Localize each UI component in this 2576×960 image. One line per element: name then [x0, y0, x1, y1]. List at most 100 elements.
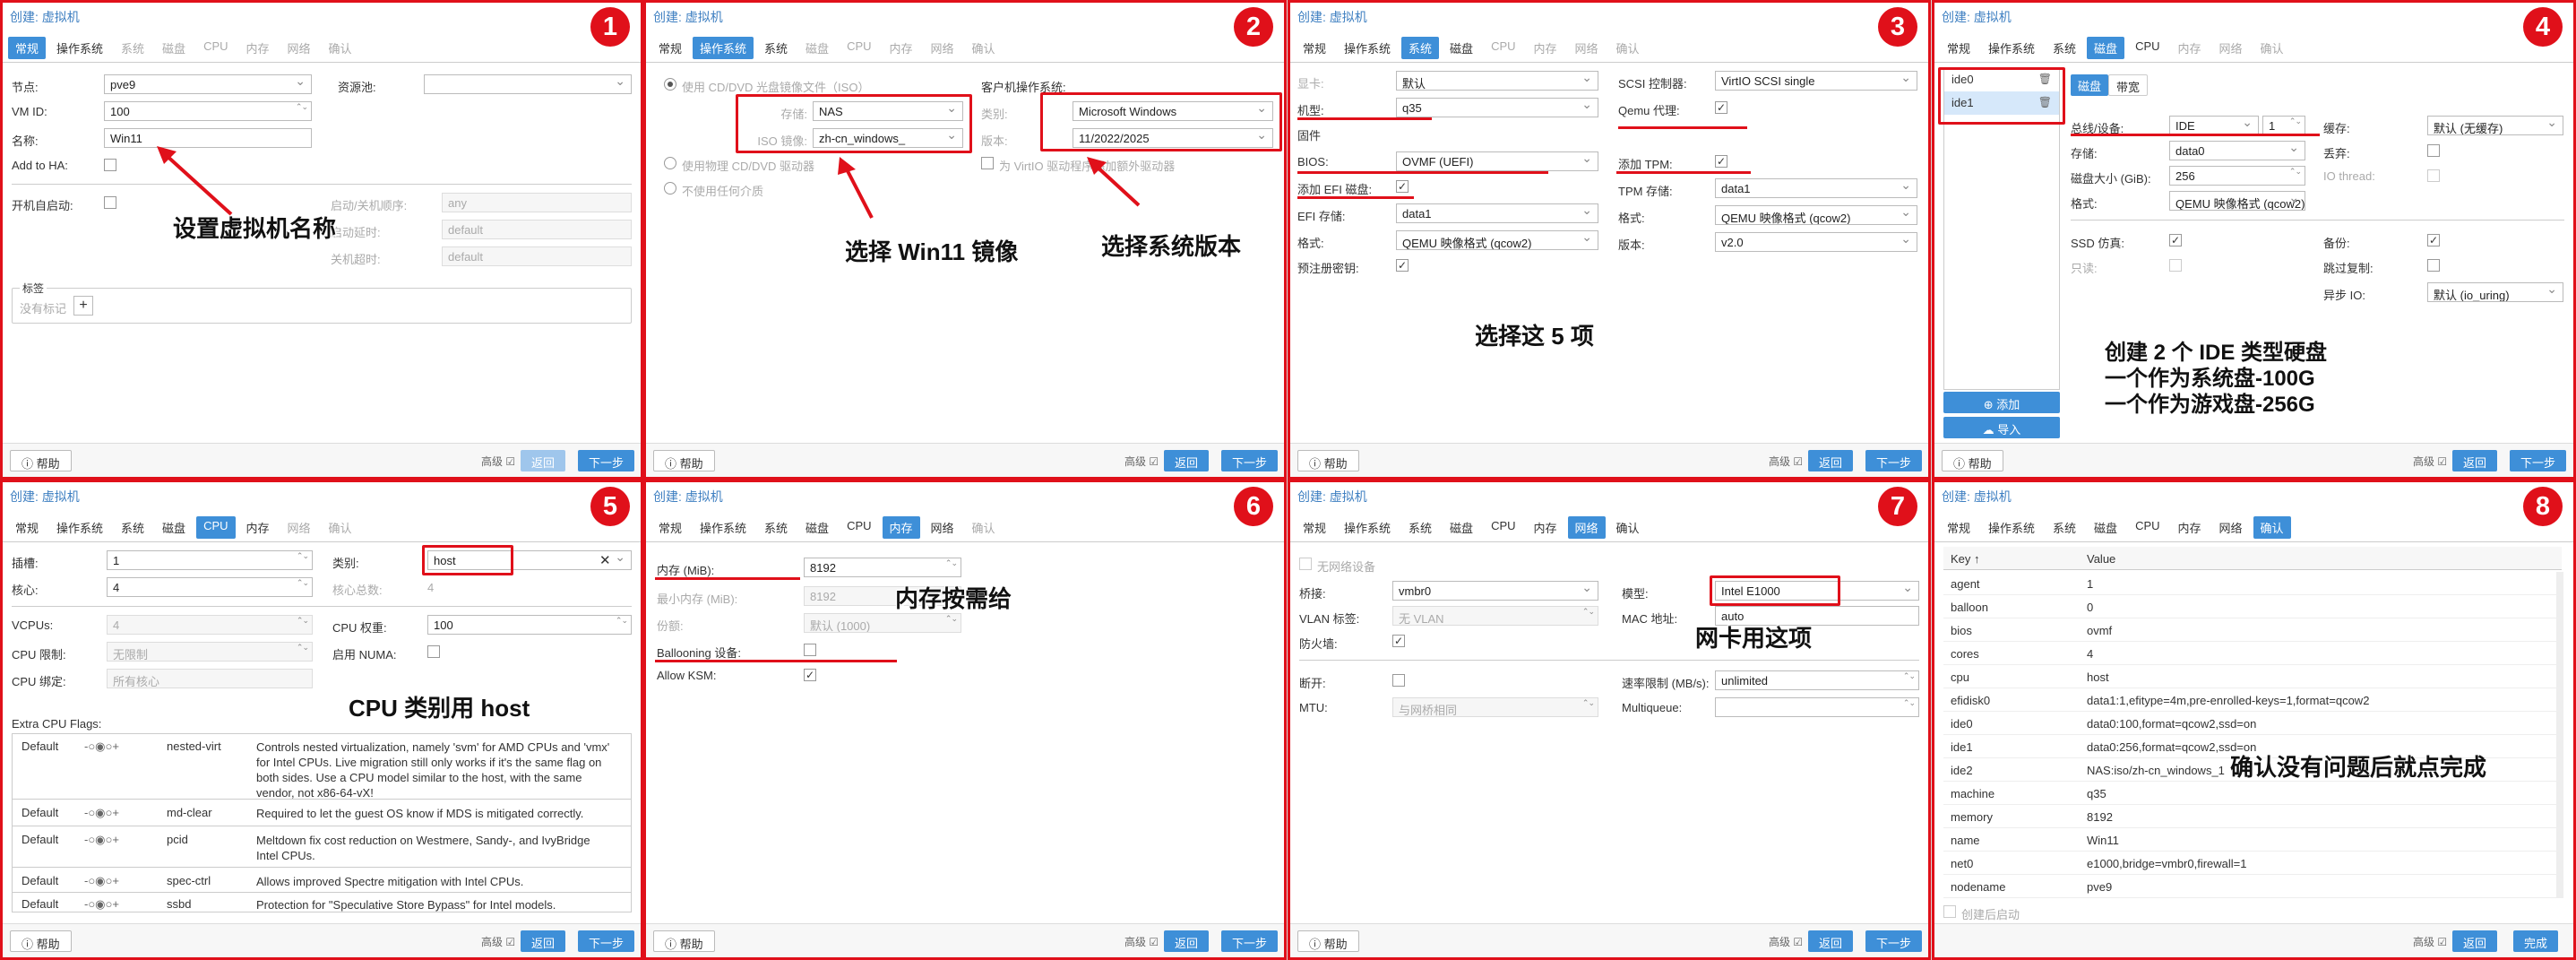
tab-network[interactable]: 网络: [2212, 516, 2250, 539]
async-select[interactable]: 默认 (io_uring): [2427, 282, 2563, 302]
tab-os[interactable]: 操作系统: [1337, 516, 1398, 539]
tab-disks[interactable]: 磁盘: [798, 516, 836, 539]
limit-input[interactable]: 无限制: [107, 642, 313, 662]
advanced-toggle[interactable]: 高级 ☑: [1769, 934, 1803, 949]
tab-general[interactable]: 常规: [1940, 516, 1977, 539]
tab-memory[interactable]: 内存: [2171, 516, 2209, 539]
subtab-disk[interactable]: 磁盘: [2071, 74, 2109, 96]
tab-memory[interactable]: 内存: [882, 516, 920, 539]
tab-cpu[interactable]: CPU: [840, 37, 878, 59]
back-button[interactable]: 返回: [521, 450, 566, 471]
tristate-toggle[interactable]: -○◉○+: [84, 806, 119, 820]
tab-system[interactable]: 系统: [114, 37, 151, 59]
advanced-toggle[interactable]: 高级 ☑: [2413, 454, 2447, 469]
tab-general[interactable]: 常规: [1296, 37, 1333, 59]
tab-disks[interactable]: 磁盘: [2087, 37, 2125, 59]
next-button[interactable]: 下一步: [578, 930, 635, 952]
backup-checkbox[interactable]: ✓: [2427, 234, 2440, 246]
tab-memory[interactable]: 内存: [1527, 37, 1564, 59]
memory-input[interactable]: 8192: [804, 558, 961, 577]
tab-disks[interactable]: 磁盘: [1443, 516, 1480, 539]
none-radio[interactable]: [664, 182, 676, 195]
tab-os[interactable]: 操作系统: [49, 37, 110, 59]
virtio-checkbox[interactable]: [981, 157, 994, 169]
tristate-toggle[interactable]: -○◉○+: [84, 833, 119, 847]
advanced-toggle[interactable]: 高级 ☑: [1124, 454, 1159, 469]
next-button[interactable]: 下一步: [1865, 930, 1923, 952]
tab-confirm[interactable]: 确认: [2253, 37, 2291, 59]
tab-disks[interactable]: 磁盘: [2087, 516, 2124, 539]
scsi-select[interactable]: VirtIO SCSI single: [1715, 71, 1917, 91]
machine-select[interactable]: q35: [1396, 98, 1598, 117]
help-button[interactable]: ⓘ 帮助: [10, 930, 72, 952]
bus-select[interactable]: IDE: [2169, 116, 2259, 135]
tab-cpu[interactable]: CPU: [196, 37, 235, 59]
tab-os[interactable]: 操作系统: [693, 37, 754, 59]
tab-network[interactable]: 网络: [280, 516, 318, 539]
add-tag-button[interactable]: +: [73, 296, 93, 316]
advanced-toggle[interactable]: 高级 ☑: [481, 934, 515, 949]
tab-memory[interactable]: 内存: [883, 37, 920, 59]
mtu-input[interactable]: 与网桥相同: [1392, 697, 1598, 717]
tab-cpu[interactable]: CPU: [1484, 516, 1522, 539]
finish-button[interactable]: 完成: [2513, 930, 2559, 952]
skiprepl-checkbox[interactable]: [2427, 259, 2440, 272]
disconnect-checkbox[interactable]: [1392, 674, 1405, 687]
back-button[interactable]: 返回: [2452, 930, 2498, 952]
tab-cpu[interactable]: CPU: [196, 516, 236, 539]
efistore-select[interactable]: data1: [1396, 203, 1598, 223]
scrollbar[interactable]: [2556, 572, 2563, 898]
tab-general[interactable]: 常规: [1296, 516, 1333, 539]
tab-os[interactable]: 操作系统: [1337, 37, 1398, 59]
tab-memory[interactable]: 内存: [1527, 516, 1564, 539]
tristate-toggle[interactable]: -○◉○+: [84, 739, 119, 754]
tab-disks[interactable]: 磁盘: [155, 37, 193, 59]
shutdown-input[interactable]: default: [442, 246, 632, 266]
tpmver-select[interactable]: v2.0: [1715, 232, 1917, 252]
tab-confirm[interactable]: 确认: [322, 516, 359, 539]
back-button[interactable]: 返回: [1808, 450, 1854, 471]
startup-input[interactable]: default: [442, 220, 632, 239]
ha-checkbox[interactable]: [104, 159, 116, 171]
subtab-bandwidth[interactable]: 带宽: [2108, 74, 2149, 96]
numa-checkbox[interactable]: [427, 645, 440, 658]
tab-memory[interactable]: 内存: [239, 37, 277, 59]
add-disk-button[interactable]: ⊕ 添加: [1943, 392, 2060, 413]
tab-os[interactable]: 操作系统: [1981, 516, 2042, 539]
ksm-checkbox[interactable]: ✓: [804, 669, 816, 681]
tab-cpu[interactable]: CPU: [1484, 37, 1522, 59]
tab-general[interactable]: 常规: [651, 37, 689, 59]
rate-input[interactable]: unlimited: [1715, 670, 1919, 690]
key-header[interactable]: Key ↑: [1951, 552, 1980, 566]
bus-index-input[interactable]: 1: [2262, 116, 2305, 135]
discard-checkbox[interactable]: [2427, 144, 2440, 157]
tpmstore-select[interactable]: data1: [1715, 178, 1917, 198]
help-button[interactable]: ⓘ 帮助: [10, 450, 72, 471]
tab-confirm[interactable]: 确认: [1609, 516, 1647, 539]
import-disk-button[interactable]: ☁ 导入: [1943, 417, 2060, 438]
order-input[interactable]: any: [442, 193, 632, 212]
tpm-checkbox[interactable]: ✓: [1715, 155, 1727, 168]
tab-network[interactable]: 网络: [1567, 516, 1606, 539]
tab-network[interactable]: 网络: [280, 37, 318, 59]
advanced-toggle[interactable]: 高级 ☑: [2413, 934, 2447, 949]
back-button[interactable]: 返回: [2452, 450, 2498, 471]
affinity-input[interactable]: 所有核心: [107, 669, 313, 688]
vmid-input[interactable]: 100: [104, 101, 312, 121]
tab-cpu[interactable]: CPU: [2128, 516, 2167, 539]
help-button[interactable]: ⓘ 帮助: [1297, 930, 1359, 952]
tab-memory[interactable]: 内存: [2171, 37, 2209, 59]
format-select[interactable]: QEMU 映像格式 (qcow2): [2169, 191, 2305, 211]
tab-network[interactable]: 网络: [924, 37, 961, 59]
readonly-checkbox[interactable]: [2169, 259, 2182, 272]
iothread-checkbox[interactable]: [2427, 169, 2440, 182]
tab-memory[interactable]: 内存: [239, 516, 277, 539]
tab-system[interactable]: 系统: [2046, 516, 2083, 539]
tab-cpu[interactable]: CPU: [2128, 37, 2167, 59]
tab-network[interactable]: 网络: [1568, 37, 1606, 59]
bridge-select[interactable]: vmbr0: [1392, 581, 1598, 601]
tab-network[interactable]: 网络: [924, 516, 961, 539]
ssd-checkbox[interactable]: ✓: [2169, 234, 2182, 246]
help-button[interactable]: ⓘ 帮助: [653, 930, 715, 952]
tab-general[interactable]: 常规: [8, 37, 47, 59]
